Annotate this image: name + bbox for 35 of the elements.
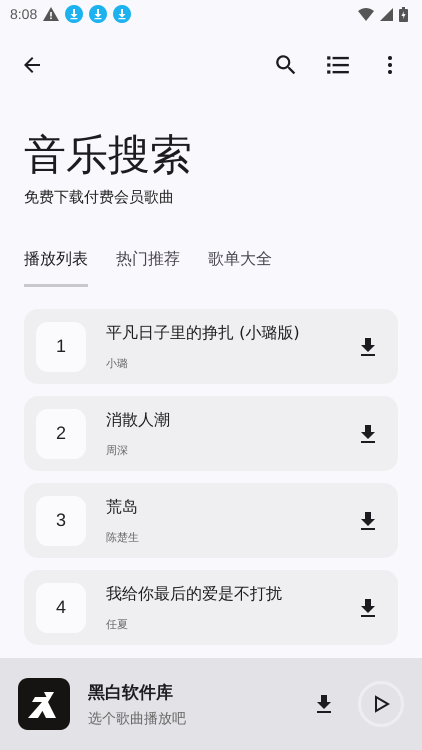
song-artist: 周深	[106, 442, 129, 458]
track-number: 4	[36, 582, 86, 633]
page-subtitle: 免费下载付费会员歌曲	[24, 188, 175, 208]
song-artist: 陈楚生	[106, 530, 140, 545]
song-card[interactable]: 3 荒岛 陈楚生	[24, 483, 398, 558]
signal-icon	[380, 8, 393, 20]
track-number: 3	[36, 496, 86, 546]
warning-icon	[43, 7, 60, 21]
song-title: 荒岛	[106, 496, 139, 518]
song-artist: 任夏	[106, 616, 129, 632]
song-title: 我给你最后的爱是不打扰	[106, 584, 283, 605]
wifi-icon	[358, 8, 374, 20]
song-title: 消散人潮	[106, 410, 171, 431]
track-number: 2	[36, 408, 86, 459]
song-card[interactable]: 2 消散人潮 周深	[24, 396, 398, 472]
status-time: 8:08	[10, 6, 38, 22]
download-icon	[113, 5, 132, 23]
player-subtitle: 选个歌曲播放吧	[88, 710, 187, 728]
tab[interactable]: 歌单大全	[208, 243, 272, 288]
song-card[interactable]: 4 我给你最后的爱是不打扰 任夏	[24, 570, 398, 646]
play-icon	[372, 695, 390, 713]
page-title: 音乐搜索	[24, 130, 193, 180]
play-button[interactable]	[358, 681, 404, 727]
download-icon	[65, 5, 84, 23]
tab[interactable]: 热门推荐	[116, 243, 180, 288]
player-title: 黑白软件库	[88, 682, 174, 704]
logo-icon	[18, 678, 70, 730]
download-icon	[89, 5, 108, 23]
song-title: 平凡日子里的挣扎 (小璐版)	[106, 322, 301, 344]
song-card[interactable]: 1 平凡日子里的挣扎 (小璐版) 小璐	[24, 309, 398, 384]
song-artist: 小璐	[106, 356, 129, 371]
tab[interactable]: 播放列表	[24, 243, 88, 288]
more-icon	[388, 56, 392, 74]
track-number: 1	[36, 322, 86, 372]
battery-icon	[399, 6, 408, 22]
